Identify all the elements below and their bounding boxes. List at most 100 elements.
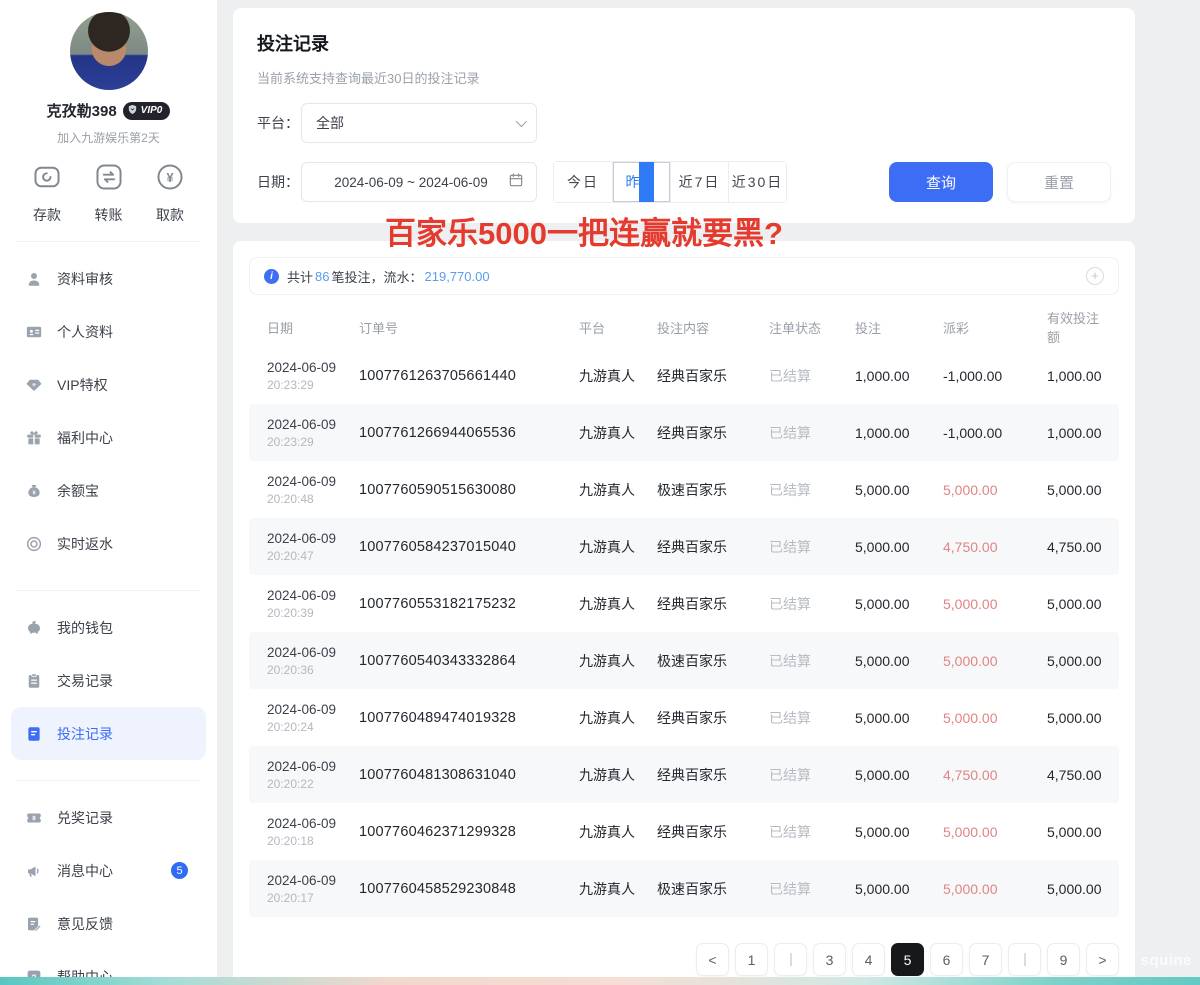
status-cell: 已结算 xyxy=(769,594,855,614)
sidebar-item[interactable]: VIP特权 xyxy=(11,358,206,411)
platform-cell: 九游真人 xyxy=(579,879,657,899)
status-cell: 已结算 xyxy=(769,822,855,842)
quick-action-deposit[interactable]: 存款 xyxy=(22,162,72,225)
platform-cell: 九游真人 xyxy=(579,708,657,728)
message-icon xyxy=(25,862,43,880)
sidebar-item-label: 交易记录 xyxy=(57,671,113,691)
nav-group: 兑奖记录 消息中心 5 意见反馈 ? 帮助中心 xyxy=(0,787,217,985)
sidebar-item-label: 兑奖记录 xyxy=(57,808,113,828)
platform-cell: 九游真人 xyxy=(579,366,657,386)
bet-amount-cell: 1,000.00 xyxy=(855,425,943,441)
platform-cell: 九游真人 xyxy=(579,537,657,557)
pagination-page-4[interactable]: 4 xyxy=(852,943,885,976)
nav-group: 我的钱包 交易记录 投注记录 xyxy=(0,597,217,764)
order-number-cell: 1007760462371299328 xyxy=(359,824,579,840)
date-range-input[interactable]: 2024-06-09 ~ 2024-06-09 xyxy=(301,162,537,202)
payout-cell: -1,000.00 xyxy=(943,425,1047,441)
pagination-ellipsis[interactable]: ... xyxy=(1008,943,1041,976)
quick-range-button[interactable]: 今日 xyxy=(554,162,612,202)
pagination-ellipsis[interactable]: ... xyxy=(774,943,807,976)
table-row: 2024-06-09 20:20:18 1007760462371299328 … xyxy=(249,803,1119,860)
valid-bet-cell: 1,000.00 xyxy=(1047,425,1102,441)
sidebar-item[interactable]: 交易记录 xyxy=(11,654,206,707)
betting-records-page: 克孜勒398 VIP0 加入九游娱乐第2天 存款 转账 ¥ 取款 资料审核 xyxy=(0,0,1200,985)
pagination-next[interactable]: > xyxy=(1086,943,1119,976)
order-number-cell: 1007760553182175232 xyxy=(359,596,579,612)
ellipsis-bar xyxy=(790,953,792,966)
transfer-icon xyxy=(94,162,124,197)
quick-range-button[interactable]: 近7日 xyxy=(670,162,728,202)
pagination-page-7[interactable]: 7 xyxy=(969,943,1002,976)
table-row: 2024-06-09 20:20:24 1007760489474019328 … xyxy=(249,689,1119,746)
quick-action-label: 取款 xyxy=(156,205,184,225)
date-cell: 2024-06-09 20:23:29 xyxy=(267,417,359,449)
divider xyxy=(16,241,201,242)
info-icon: i xyxy=(264,269,279,284)
status-cell: 已结算 xyxy=(769,423,855,443)
date-range-value: 2024-06-09 ~ 2024-06-09 xyxy=(314,175,508,190)
order-number-cell: 1007760489474019328 xyxy=(359,710,579,726)
pagination-page-6[interactable]: 6 xyxy=(930,943,963,976)
platform-cell: 九游真人 xyxy=(579,822,657,842)
sidebar-item[interactable]: 我的钱包 xyxy=(11,601,206,654)
quick-range-label: 今日 xyxy=(567,174,599,190)
pagination-page-5[interactable]: 5 xyxy=(891,943,924,976)
order-number-cell: 1007761263705661440 xyxy=(359,368,579,384)
plus-circle-icon[interactable]: + xyxy=(1086,267,1104,285)
status-cell: 已结算 xyxy=(769,879,855,899)
bet-content-cell: 极速百家乐 xyxy=(657,879,769,899)
watermark: squine xyxy=(1141,952,1192,969)
valid-bet-cell: 5,000.00 xyxy=(1047,653,1102,669)
quick-action-transfer[interactable]: 转账 xyxy=(84,162,134,225)
valid-bet-cell: 4,750.00 xyxy=(1047,539,1102,555)
sidebar-item[interactable]: 个人资料 xyxy=(11,305,206,358)
sidebar-item[interactable]: ¥ 余额宝 xyxy=(11,464,206,517)
pagination-page-3[interactable]: 3 xyxy=(813,943,846,976)
payout-cell: 5,000.00 xyxy=(943,881,1047,897)
sidebar-item[interactable]: 投注记录 xyxy=(11,707,206,760)
quick-range-button[interactable]: 昨日 xyxy=(612,162,670,202)
date-cell: 2024-06-09 20:20:17 xyxy=(267,873,359,905)
sidebar-item[interactable]: 实时返水 xyxy=(11,517,206,570)
column-header: 注单状态 xyxy=(769,318,855,337)
bet-amount-cell: 5,000.00 xyxy=(855,482,943,498)
quick-range-button[interactable]: 近30日 xyxy=(728,162,786,202)
date-cell: 2024-06-09 20:20:18 xyxy=(267,816,359,848)
query-button[interactable]: 查询 xyxy=(889,162,993,202)
quick-action-label: 转账 xyxy=(95,205,123,225)
sidebar-item-label: 投注记录 xyxy=(57,724,113,744)
column-header: 订单号 xyxy=(359,318,579,337)
bet-amount-cell: 5,000.00 xyxy=(855,653,943,669)
ellipsis-bar xyxy=(1024,953,1026,966)
page-title: 投注记录 xyxy=(257,30,1111,56)
wallet-actions: 存款 转账 ¥ 取款 xyxy=(0,162,217,225)
quick-date-group: 今日 昨日 近7日 近30日 xyxy=(553,161,787,203)
pagination: <1 ... 34567 ... 9> xyxy=(249,943,1119,976)
username: 克孜勒398 xyxy=(47,100,117,121)
table-row: 2024-06-09 20:20:22 1007760481308631040 … xyxy=(249,746,1119,803)
valid-bet-cell: 5,000.00 xyxy=(1047,710,1102,726)
sidebar-nav: 资料审核 个人资料 VIP特权 福利中心 ¥ 余额宝 实时返水 xyxy=(0,248,217,985)
sidebar-item[interactable]: 消息中心 5 xyxy=(11,844,206,897)
bet-content-cell: 经典百家乐 xyxy=(657,366,769,386)
sidebar-item[interactable]: 福利中心 xyxy=(11,411,206,464)
payout-cell: 5,000.00 xyxy=(943,824,1047,840)
column-header: 有效投注额 xyxy=(1047,308,1101,346)
deposit-icon xyxy=(32,162,62,197)
pagination-page-1[interactable]: 1 xyxy=(735,943,768,976)
table-row: 2024-06-09 20:23:29 1007761266944065536 … xyxy=(249,404,1119,461)
unread-count-badge: 5 xyxy=(171,862,188,879)
reset-button[interactable]: 重置 xyxy=(1007,162,1111,202)
bet-amount-cell: 5,000.00 xyxy=(855,881,943,897)
quick-action-withdraw[interactable]: ¥ 取款 xyxy=(145,162,195,225)
nav-group: 资料审核 个人资料 VIP特权 福利中心 ¥ 余额宝 实时返水 xyxy=(0,248,217,574)
pagination-page-9[interactable]: 9 xyxy=(1047,943,1080,976)
platform-select[interactable]: 全部 xyxy=(301,103,537,143)
bet-content-cell: 经典百家乐 xyxy=(657,423,769,443)
bet-content-cell: 极速百家乐 xyxy=(657,480,769,500)
sidebar-item[interactable]: 意见反馈 xyxy=(11,897,206,950)
pagination-prev[interactable]: < xyxy=(696,943,729,976)
sidebar-item[interactable]: 兑奖记录 xyxy=(11,791,206,844)
bet-amount-cell: 5,000.00 xyxy=(855,824,943,840)
sidebar-item[interactable]: 资料审核 xyxy=(11,252,206,305)
